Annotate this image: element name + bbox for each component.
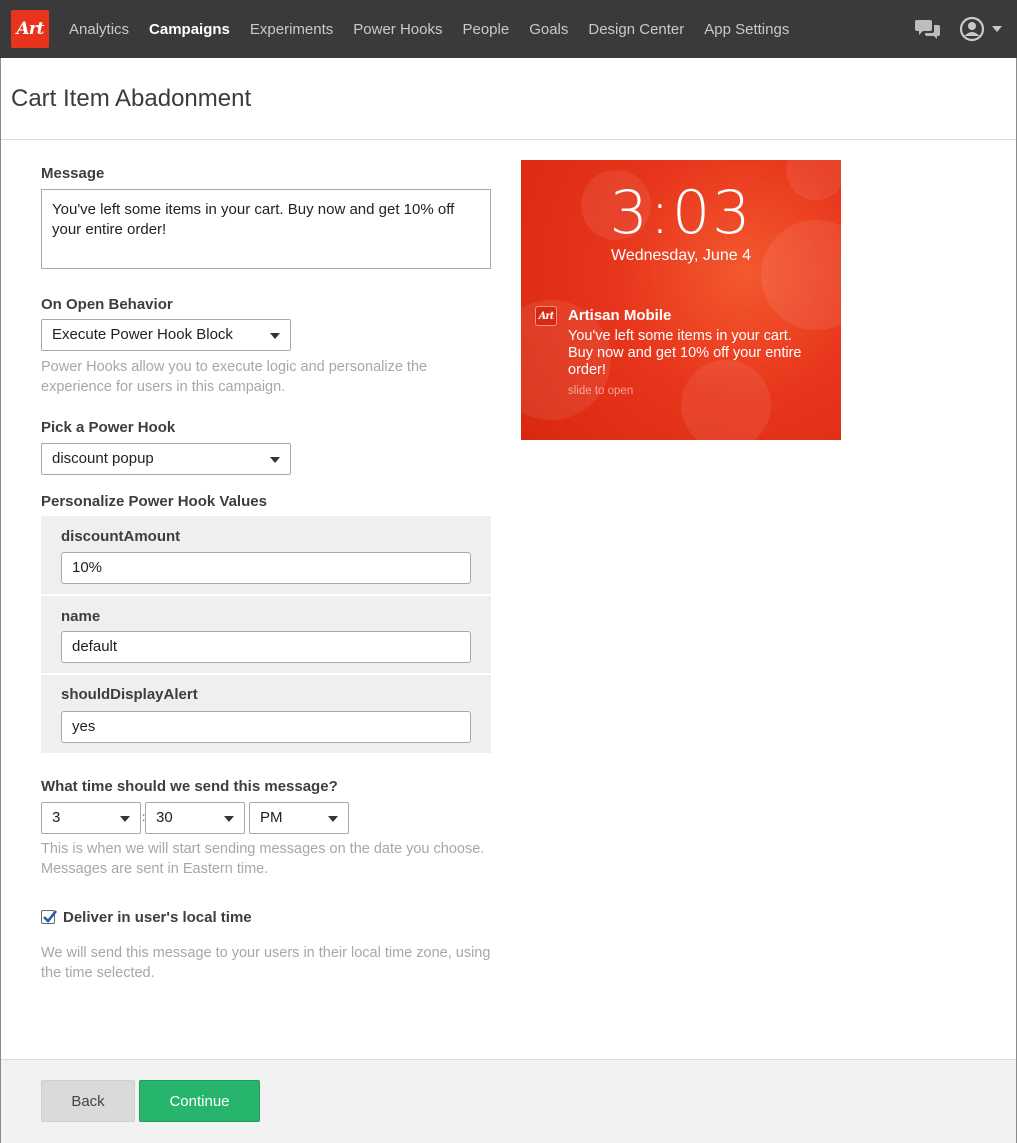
hook-value-input[interactable]: 10% xyxy=(61,552,471,584)
push-notification-preview: 3:03 Wednesday, June 4 Art Artisan Mobil… xyxy=(521,160,841,440)
pick-hook-select[interactable]: discount popup xyxy=(41,443,291,475)
hook-value-input[interactable]: yes xyxy=(61,711,471,743)
hook-name: shouldDisplayAlert xyxy=(61,686,198,703)
send-time-help: This is when we will start sending messa… xyxy=(41,841,485,877)
pick-hook-value: discount popup xyxy=(52,450,154,467)
nav-menu: Analytics Campaigns Experiments Power Ho… xyxy=(69,21,809,38)
nav-item-people[interactable]: People xyxy=(462,21,509,38)
dropdown-caret-icon xyxy=(270,457,280,463)
pick-hook-label: Pick a Power Hook xyxy=(41,419,176,436)
hook-row-should-display-alert: shouldDisplayAlert yes xyxy=(41,675,491,753)
on-open-label: On Open Behavior xyxy=(41,296,173,313)
title-bar: Cart Item Abadonment xyxy=(1,58,1016,140)
nav-item-campaigns[interactable]: Campaigns xyxy=(149,21,230,38)
lockscreen-date: Wednesday, June 4 xyxy=(611,247,751,264)
on-open-select[interactable]: Execute Power Hook Block xyxy=(41,319,291,351)
slide-to-open-text: slide to open xyxy=(568,385,634,397)
nav-item-experiments[interactable]: Experiments xyxy=(250,21,333,38)
hour-select[interactable]: 3 xyxy=(41,802,141,834)
on-open-value: Execute Power Hook Block xyxy=(52,326,233,343)
nav-item-app-settings[interactable]: App Settings xyxy=(704,21,789,38)
hook-row-discount-amount: discountAmount 10% xyxy=(41,516,491,594)
minute-value: 30 xyxy=(156,809,173,826)
message-label: Message xyxy=(41,165,105,182)
lockscreen-clock: 3:03 xyxy=(609,178,753,248)
notification-app-name: Artisan Mobile xyxy=(568,307,672,324)
hour-value: 3 xyxy=(52,809,61,826)
nav-item-analytics[interactable]: Analytics xyxy=(69,21,129,38)
ampm-value: PM xyxy=(260,809,283,826)
hook-row-name: name default xyxy=(41,596,491,673)
ampm-select[interactable]: PM xyxy=(249,802,349,834)
local-time-help: We will send this message to your users … xyxy=(41,945,491,981)
dropdown-caret-icon xyxy=(270,333,280,339)
chat-icon[interactable] xyxy=(915,17,941,41)
send-time-label: What time should we send this message? xyxy=(41,778,338,795)
hook-value-input[interactable]: default xyxy=(61,631,471,663)
minute-select[interactable]: 30 xyxy=(145,802,245,834)
nav-item-goals[interactable]: Goals xyxy=(529,21,568,38)
artisan-logo[interactable]: Art xyxy=(11,10,49,48)
local-time-checkbox[interactable] xyxy=(41,910,57,924)
user-icon[interactable] xyxy=(959,16,985,42)
nav-right xyxy=(897,0,1003,58)
local-time-label[interactable]: Deliver in user's local time xyxy=(63,909,252,926)
nav-item-design-center[interactable]: Design Center xyxy=(588,21,684,38)
dropdown-caret-icon xyxy=(328,816,338,822)
on-open-help: Power Hooks allow you to execute logic a… xyxy=(41,359,428,395)
caret-down-icon[interactable] xyxy=(991,25,1003,33)
top-nav: Art Analytics Campaigns Experiments Powe… xyxy=(0,0,1017,58)
nav-item-power-hooks[interactable]: Power Hooks xyxy=(353,21,442,38)
notification-body: You've left some items in your cart. Buy… xyxy=(568,328,802,378)
hook-name: discountAmount xyxy=(61,528,181,545)
app-icon: Art xyxy=(535,306,557,326)
continue-button[interactable]: Continue xyxy=(139,1080,260,1122)
hook-name: name xyxy=(61,608,101,625)
dropdown-caret-icon xyxy=(224,816,234,822)
message-textarea[interactable]: You've left some items in your cart. Buy… xyxy=(41,189,491,269)
back-button[interactable]: Back xyxy=(41,1080,135,1122)
dropdown-caret-icon xyxy=(120,816,130,822)
personalize-label: Personalize Power Hook Values xyxy=(41,493,267,510)
footer-bar: Back Continue xyxy=(1,1059,1016,1143)
page-title: Cart Item Abadonment xyxy=(11,85,252,112)
